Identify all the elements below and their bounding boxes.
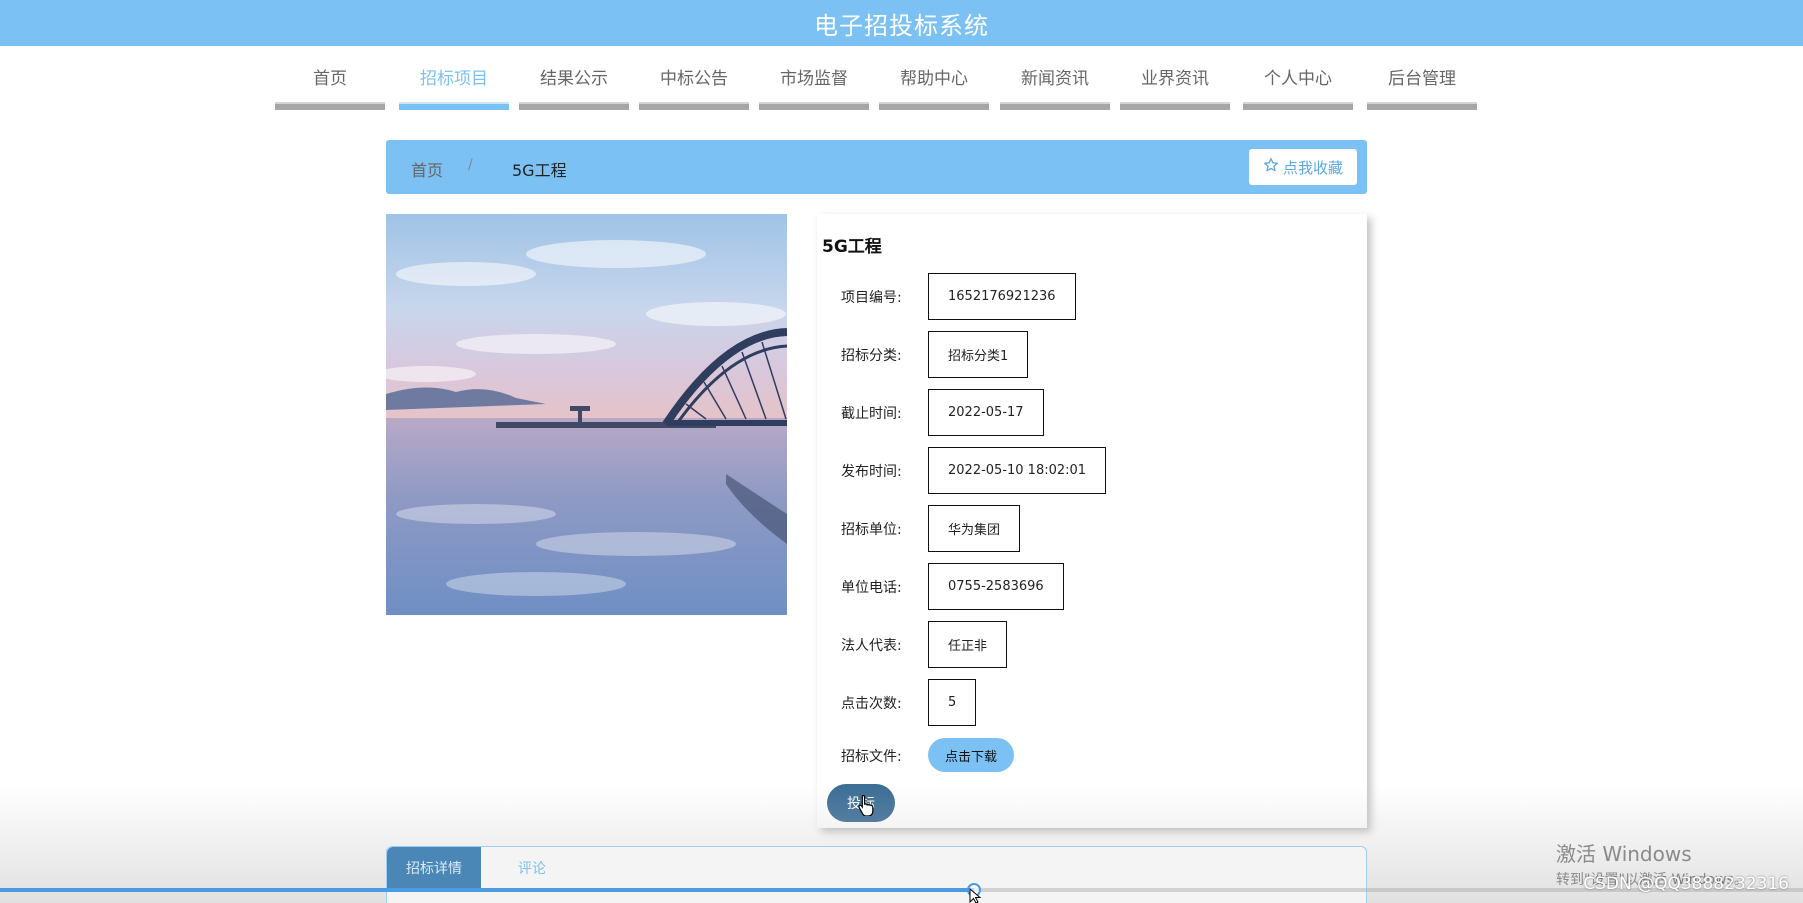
nav-underline xyxy=(1000,102,1110,110)
detail-tabs: 招标详情 评论 xyxy=(386,846,1367,903)
field-value-publish-time: 2022-05-10 18:02:01 xyxy=(928,447,1107,494)
breadcrumb-current: 5G工程 xyxy=(512,161,567,180)
field-label-phone: 单位电话: xyxy=(841,580,902,596)
field-label-legal-rep: 法人代表: xyxy=(841,638,902,654)
nav-item-label: 招标项目 xyxy=(420,69,488,89)
project-image xyxy=(386,214,787,615)
field-label-tender-unit: 招标单位: xyxy=(841,522,902,538)
nav-item-industry-news[interactable]: 业界资讯 xyxy=(1120,60,1230,110)
field-label-deadline: 截止时间: xyxy=(841,406,902,422)
nav-underline xyxy=(1243,102,1353,110)
nav-underline xyxy=(1367,102,1477,110)
nav-underline xyxy=(275,102,385,110)
field-label-category: 招标分类: xyxy=(841,348,902,364)
video-progress-fill xyxy=(0,888,974,892)
windows-activation-title: 激活 Windows xyxy=(1556,842,1692,866)
arrow-cursor-icon xyxy=(969,887,982,903)
video-progress-bar[interactable] xyxy=(0,888,1803,892)
tab-comments[interactable]: 评论 xyxy=(497,847,567,889)
favorite-button[interactable]: 点我收藏 xyxy=(1249,149,1357,185)
field-label-click-count: 点击次数: xyxy=(841,696,902,712)
nav-item-label: 新闻资讯 xyxy=(1021,69,1089,89)
field-value-phone: 0755-2583696 xyxy=(928,563,1064,610)
nav-item-label: 中标公告 xyxy=(660,69,728,89)
nav-item-label: 结果公示 xyxy=(540,69,608,89)
nav-item-award-notice[interactable]: 中标公告 xyxy=(639,60,749,110)
nav-item-home[interactable]: 首页 xyxy=(275,60,385,110)
field-value-project-id: 1652176921236 xyxy=(928,273,1076,320)
field-value-deadline: 2022-05-17 xyxy=(928,389,1044,436)
nav-underline xyxy=(399,102,509,110)
nav-underline xyxy=(1120,102,1230,110)
nav-underline xyxy=(879,102,989,110)
project-detail-card: 5G工程 项目编号: 1652176921236 招标分类: 招标分类1 截止时… xyxy=(817,214,1367,828)
field-label-tender-file: 招标文件: xyxy=(841,749,902,765)
nav-item-results[interactable]: 结果公示 xyxy=(519,60,629,110)
nav-item-label: 市场监督 xyxy=(780,69,848,89)
nav-item-label: 首页 xyxy=(313,69,347,89)
nav-item-news[interactable]: 新闻资讯 xyxy=(1000,60,1110,110)
field-value-category: 招标分类1 xyxy=(928,331,1029,378)
nav-item-label: 业界资讯 xyxy=(1141,69,1209,89)
breadcrumb-home-link[interactable]: 首页 xyxy=(411,157,443,181)
nav-underline xyxy=(639,102,749,110)
nav-underline xyxy=(759,102,869,110)
project-title: 5G工程 xyxy=(822,237,882,257)
site-header: 电子招投标系统 xyxy=(0,0,1803,46)
nav-underline xyxy=(519,102,629,110)
nav-item-bid-projects[interactable]: 招标项目 xyxy=(399,60,509,110)
breadcrumb: 首页 / 5G工程 点我收藏 xyxy=(386,140,1367,194)
nav-item-personal-center[interactable]: 个人中心 xyxy=(1243,60,1353,110)
field-label-publish-time: 发布时间: xyxy=(841,464,902,480)
nav-item-market-supervision[interactable]: 市场监督 xyxy=(759,60,869,110)
main-nav: 首页 招标项目 结果公示 中标公告 市场监督 帮助中心 新闻资讯 业界资讯 个人… xyxy=(275,60,1480,110)
field-label-project-id: 项目编号: xyxy=(841,290,902,306)
field-value-click-count: 5 xyxy=(928,679,977,726)
hand-cursor-icon xyxy=(857,794,875,820)
download-button[interactable]: 点击下载 xyxy=(928,738,1014,772)
nav-item-label: 个人中心 xyxy=(1264,69,1332,89)
nav-item-admin[interactable]: 后台管理 xyxy=(1367,60,1477,110)
csdn-watermark: CSDN @QQ3888232316 xyxy=(1583,874,1789,894)
bridge-lake-photo xyxy=(386,214,787,615)
star-outline-icon xyxy=(1263,157,1279,177)
breadcrumb-separator: / xyxy=(468,157,473,173)
field-value-tender-unit: 华为集团 xyxy=(928,505,1021,552)
nav-item-help[interactable]: 帮助中心 xyxy=(879,60,989,110)
tab-bid-details[interactable]: 招标详情 xyxy=(387,847,481,889)
site-title: 电子招投标系统 xyxy=(814,11,989,40)
nav-item-label: 帮助中心 xyxy=(900,69,968,89)
field-value-legal-rep: 任正非 xyxy=(928,621,1008,668)
favorite-label: 点我收藏 xyxy=(1282,158,1343,177)
nav-item-label: 后台管理 xyxy=(1388,69,1456,89)
